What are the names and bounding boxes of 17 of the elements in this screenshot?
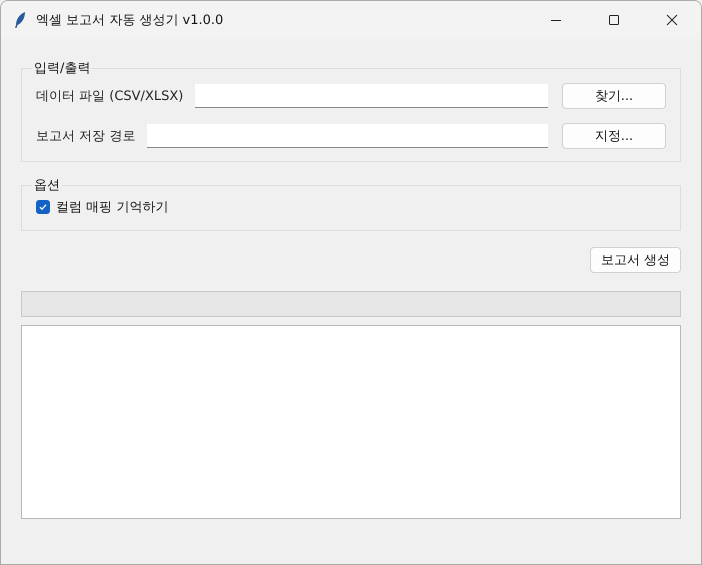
check-icon	[38, 202, 48, 212]
group-title: 입력/출력	[33, 60, 92, 77]
window-title: 엑셀 보고서 자동 생성기 v1.0.0	[36, 12, 224, 29]
input-field[interactable]	[195, 84, 548, 108]
checkbox-label: 컬럼 매핑 기억하기	[56, 199, 168, 216]
log-text-area[interactable]	[21, 325, 681, 519]
group-title: 옵션	[33, 177, 61, 194]
input-field[interactable]	[147, 124, 548, 148]
browse-button[interactable]: 지정...	[562, 123, 666, 149]
maximize-icon	[608, 14, 620, 26]
checkbox[interactable]	[36, 200, 50, 214]
field-label: 데이터 파일 (CSV/XLSX)	[36, 88, 184, 105]
feather-icon	[14, 11, 26, 29]
close-icon	[666, 14, 678, 26]
generate-button[interactable]: 보고서 생성	[590, 247, 681, 273]
field-label: 보고서 저장 경로	[36, 128, 136, 145]
browse-button[interactable]: 찾기...	[562, 83, 666, 109]
